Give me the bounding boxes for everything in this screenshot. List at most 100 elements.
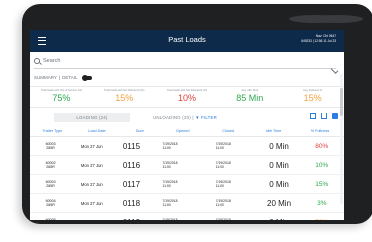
opened-date: 7/19/2018: [162, 217, 178, 220]
cell-idle-time: 0 Min: [269, 141, 289, 151]
cell-closed: 7/19/201811:00: [204, 180, 259, 188]
cell-closed: 7/19/201811:00: [204, 142, 259, 150]
opened-time: 11:00: [162, 165, 171, 169]
trailer-type: 285R: [46, 146, 55, 150]
metric-out-of-service: Total loads with Out of Service (%) 75%: [30, 87, 93, 107]
separator: |: [58, 75, 61, 80]
metric-value: 75%: [52, 93, 71, 103]
trailer-type: 285R: [46, 165, 55, 169]
scrollbar[interactable]: [340, 74, 343, 204]
closed-time: 11:00: [215, 203, 224, 207]
metric-value: 85 Min: [236, 93, 264, 103]
metric-label: Avg. Idle Time: [241, 89, 259, 92]
cell-trailer: 60002 285R: [30, 161, 71, 170]
metric-value: 15%: [115, 93, 134, 103]
cell-fullness: 10%: [315, 161, 329, 169]
tab-loading[interactable]: LOADING (24): [54, 113, 130, 122]
table-row[interactable]: 60003 285R Mon 27 Jun 0115 7/19/2018 11:00 7/1…: [30, 137, 344, 156]
cell-fullness: 80%: [315, 142, 329, 150]
cell-load-date: Mon 27 Jun: [80, 200, 103, 206]
cell-opened: 7/19/201811:00: [150, 218, 203, 220]
detail-label[interactable]: DETAIL: [62, 75, 77, 80]
col-door[interactable]: Door: [119, 126, 160, 136]
filter-label: FILTER: [201, 115, 218, 120]
cell-trailer: 60003 285R: [30, 180, 71, 189]
search-input[interactable]: Search: [34, 57, 336, 69]
metric-value: 10%: [177, 93, 196, 103]
cell-fullness: 3%: [317, 199, 327, 207]
user-datetime: 649233 | 12:56 11 Jul 23: [301, 39, 336, 43]
view-toggle[interactable]: [81, 74, 92, 81]
cell-closed: 7/19/201811:00: [204, 161, 259, 169]
cell-opened: 7/19/201811:00: [150, 180, 203, 188]
mail-icon[interactable]: [310, 113, 316, 119]
table-row[interactable]: 60004 285R Mon 27 Jun 0118 7/19/2018 11:00 7/1…: [30, 194, 344, 213]
summary-label[interactable]: SUMMARY: [34, 75, 57, 80]
cell-idle-time: 20 Min: [267, 198, 292, 208]
opened-time: 11:00: [162, 203, 171, 207]
cell-opened: 7/19/201811:00: [150, 199, 203, 207]
cell-fullness: 50%: [300, 219, 344, 221]
cell-load-date: Mon 27 Jun: [80, 143, 103, 149]
collapse-chevron-icon[interactable]: [330, 66, 339, 74]
sensor-icon: [311, 15, 363, 23]
closed-date: 7/19/2018: [215, 217, 231, 220]
metric-not-delivered-2: Total loads with Not Delivered (%) 10%: [156, 87, 219, 107]
col-opened[interactable]: Opened: [160, 126, 205, 136]
user-info: Nav: Chi 0647 649233 | 12:56 11 Jul 23: [301, 34, 336, 44]
col-idle-time[interactable]: Idle Time: [251, 126, 296, 136]
table-row[interactable]: 60002 285R Mon 27 Jun 0116 7/19/2018 11:00 7/1…: [30, 156, 344, 175]
metric-label: Total loads with Out of Service (%): [40, 89, 82, 92]
search-placeholder: Search: [43, 58, 61, 64]
metric-fullness: Avg. Fullness % 15%: [281, 87, 344, 107]
cell-load-date: Mon 27 Jun: [71, 220, 112, 221]
col-closed[interactable]: Closed: [205, 126, 251, 136]
cell-door: 0115: [122, 141, 141, 151]
metric-idle-time: Avg. Idle Time 85 Min: [218, 87, 281, 107]
share-icon[interactable]: [321, 113, 327, 119]
trailer-type: 285R: [46, 184, 55, 188]
cell-door: 0117: [122, 179, 141, 189]
tab-actions: [310, 113, 338, 119]
metric-not-delivered: Total loads with Not Delivered (%) 15%: [93, 87, 156, 107]
search-icon: [34, 58, 40, 64]
metric-label: Total loads with Not Delivered (%): [104, 89, 145, 92]
filter-button[interactable]: | ▼ FILTER: [192, 115, 217, 120]
col-trailer-type[interactable]: Trailer Type: [30, 126, 75, 136]
table-row[interactable]: 60005285RMon 27 Jun01197/19/201811:007/1…: [30, 213, 344, 221]
cell-trailer: 60005285R: [30, 218, 71, 221]
cell-closed: 7/19/201811:00: [204, 218, 259, 220]
metric-label: Total loads with Not Delivered (%): [166, 89, 208, 92]
cell-door: 0119: [112, 218, 150, 221]
cell-idle-time: 0 Min: [269, 179, 289, 189]
col-load-date[interactable]: Load Date: [75, 126, 120, 136]
closed-time: 11:00: [215, 165, 224, 169]
filter-icon: ▼: [195, 115, 200, 120]
closed-time: 11:00: [215, 146, 224, 150]
col-fullness[interactable]: % Fullness: [296, 126, 344, 136]
cell-idle-time: 0 Min: [269, 160, 289, 170]
table-header: Trailer Type Load Date Door Opened Close…: [30, 126, 344, 137]
cell-door: 0116: [122, 160, 141, 170]
cell-trailer: 60003 285R: [30, 142, 71, 151]
table-row[interactable]: 60003 285R Mon 27 Jun 0117 7/19/2018 11:00 7/1…: [30, 175, 344, 194]
cell-door: 0118: [122, 198, 141, 208]
cell-opened: 7/19/201811:00: [150, 142, 203, 150]
cell-opened: 7/19/201811:00: [150, 161, 203, 169]
tab-unloading-label: UNLOADING (20): [152, 115, 191, 120]
print-icon[interactable]: [332, 113, 338, 119]
tab-bar: LOADING (24) UNLOADING (20) | ▼ FILTER: [30, 113, 344, 122]
page-title: Past Loads: [168, 35, 206, 44]
tab-unloading[interactable]: UNLOADING (20) | ▼ FILTER: [140, 113, 230, 122]
cell-load-date: Mon 27 Jun: [80, 181, 103, 187]
metric-label: Avg. Fullness %: [302, 89, 323, 92]
trailer-id: 60005: [45, 217, 56, 221]
cell-trailer: 60004 285R: [30, 199, 71, 208]
metrics-summary: Total loads with Out of Service (%) 75% …: [30, 86, 344, 108]
cell-fullness: 15%: [315, 180, 329, 188]
cell-closed: 7/19/201811:00: [204, 199, 259, 207]
summary-detail-toggle: SUMMARY | DETAIL: [34, 74, 92, 81]
cell-load-date: Mon 27 Jun: [80, 162, 103, 168]
app-screen: Past Loads Nav: Chi 0647 649233 | 12:56 …: [30, 30, 344, 220]
opened-time: 11:00: [162, 146, 171, 150]
